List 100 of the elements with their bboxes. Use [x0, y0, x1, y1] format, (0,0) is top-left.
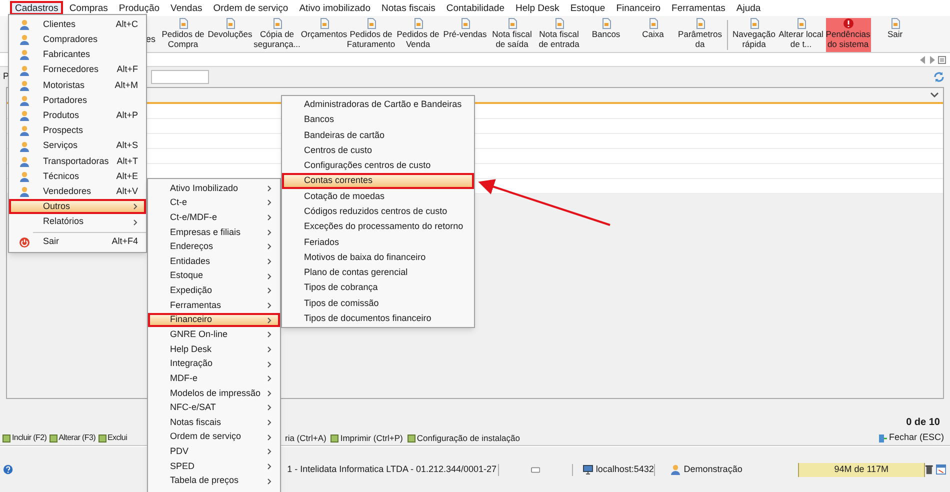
menu-item[interactable]: Fabricantes — [9, 47, 146, 63]
toolbar-button[interactable]: Orçamentos — [302, 18, 347, 52]
menu-item[interactable]: Notas fiscais — [148, 415, 280, 430]
person-icon — [18, 64, 30, 76]
menu-item[interactable]: Portadores — [9, 92, 146, 108]
menu-item[interactable]: Bancos — [282, 112, 474, 128]
toolbar-button[interactable]: Cópia de segurança... — [254, 18, 300, 52]
toolbar-button[interactable]: Nota fiscal de entrada — [536, 18, 582, 52]
menu-item[interactable]: Clientes Alt+C — [9, 17, 146, 32]
menu-item[interactable]: Compradores — [9, 32, 146, 48]
menu-item[interactable]: Bandeiras de cartão — [282, 128, 474, 143]
menu-item[interactable]: Exceções do processamento do retorno — [282, 219, 474, 235]
menu-item[interactable]: Entidades — [148, 254, 280, 269]
menu-item[interactable]: Estoque — [565, 1, 610, 15]
menu-item[interactable]: Cotação de moedas — [282, 188, 474, 204]
close-button[interactable]: Fechar (ESC) — [878, 431, 944, 445]
toolbar-button[interactable]: Pedidos de Faturamento — [348, 18, 394, 52]
menu-item[interactable]: Transportadoras Alt+T — [9, 154, 146, 169]
menu-item[interactable]: Contas correntes — [282, 173, 474, 189]
menu-item[interactable]: GNRE On-line — [148, 327, 280, 342]
action-button[interactable]: Alterar (F3) — [48, 432, 96, 444]
menu-item[interactable]: Vendas — [166, 1, 208, 15]
menu-item[interactable]: Plano de contas gerencial — [282, 265, 474, 281]
menu-item[interactable]: Motivos de baixa do financeiro — [282, 250, 474, 266]
menu-item[interactable]: Fornecedores Alt+F — [9, 62, 146, 78]
menu-item[interactable]: Endereços — [148, 240, 280, 254]
menu-item[interactable]: Expedição — [148, 283, 280, 298]
menu-item[interactable]: Relatórios — [9, 214, 146, 230]
toolbar-button[interactable]: Pedidos de Venda — [396, 18, 441, 52]
menu-item[interactable]: Ajuda — [731, 1, 766, 15]
menu-item[interactable]: Ativo imobilizado — [294, 1, 376, 15]
menu-item[interactable]: Serviços Alt+S — [9, 138, 146, 154]
action-button[interactable]: ria (Ctrl+A) — [285, 432, 326, 444]
document-icon — [2, 434, 11, 442]
menu-item[interactable]: Financeiro — [611, 1, 666, 15]
toolbar-button[interactable]: Bancos — [584, 18, 629, 52]
menu-item[interactable]: Sair Alt+F4 — [9, 234, 146, 250]
menu-item[interactable]: Compras — [64, 1, 113, 15]
trash-icon[interactable] — [924, 464, 933, 475]
menu-item[interactable]: Help Desk — [148, 342, 280, 357]
search-field[interactable] — [151, 70, 210, 84]
menu-item[interactable]: Ct-e/MDF-e — [148, 210, 280, 225]
menu-item[interactable]: Help Desk — [510, 1, 564, 15]
refresh-icon[interactable] — [933, 71, 945, 83]
menu-item[interactable]: Centros de custo — [282, 142, 474, 158]
toolbar-button[interactable]: Pendências do sistema — [826, 18, 871, 52]
menu-item[interactable]: Técnicos Alt+E — [9, 168, 146, 184]
action-button[interactable]: Imprimir (Ctrl+P) — [330, 432, 403, 444]
menu-item[interactable]: Tipos de documentos financeiro — [282, 311, 474, 326]
menu-item[interactable]: Outros — [9, 199, 146, 214]
toolbar-button[interactable]: Pré-vendas — [442, 18, 488, 52]
menu-item[interactable]: Motoristas Alt+M — [9, 78, 146, 93]
menu-item[interactable]: Produtos Alt+P — [9, 108, 146, 124]
menu-item[interactable]: Estoque — [148, 268, 280, 284]
menu-item[interactable]: Financeiro — [148, 312, 280, 328]
menu-item[interactable]: NFC-e/SAT — [148, 400, 280, 416]
toolbar-button[interactable]: Sair — [872, 18, 918, 52]
menu-item[interactable]: Ordem de serviço — [148, 430, 280, 445]
status-text: 1 - Intelidata Informatica LTDA - 01.212.344/0001-27 — [287, 462, 498, 476]
menu-item[interactable]: Integração — [148, 356, 280, 372]
toolbar-button[interactable]: Pedidos de Compra — [160, 18, 206, 52]
right-arrow-icon[interactable] — [929, 56, 935, 64]
toolbar-button[interactable]: Parâmetros da — [678, 18, 723, 52]
menu-item[interactable]: Vendedores Alt+V — [9, 184, 146, 200]
action-button[interactable]: Exclui — [98, 432, 128, 444]
menu-item[interactable]: Prospects — [9, 123, 146, 138]
menu-item[interactable]: Ct-e — [148, 196, 280, 210]
window-list-icon[interactable] — [938, 56, 946, 64]
action-button[interactable]: Incluir (F2) — [2, 432, 47, 444]
menu-item[interactable]: Tabela de preços — [148, 474, 280, 488]
menu-item[interactable]: Modelos de impressão — [148, 386, 280, 401]
menu-item[interactable]: Configurações centros de custo — [282, 158, 474, 174]
left-arrow-icon[interactable] — [920, 56, 926, 64]
menu-item[interactable]: Cadastros — [10, 1, 64, 15]
menu-item[interactable]: Produção — [114, 1, 165, 15]
menu-item[interactable]: Ferramentas — [148, 298, 280, 313]
toolbar-button[interactable]: Navegação rápida — [732, 18, 777, 52]
toolbar-button[interactable]: Caixa — [630, 18, 676, 52]
server-status: localhost:5432 — [582, 462, 654, 476]
menu-item[interactable]: Ferramentas — [666, 1, 730, 15]
menu-item[interactable]: PDV — [148, 444, 280, 460]
menu-item[interactable]: Administradoras de Cartão e Bandeiras — [282, 97, 474, 112]
menu-item[interactable]: Notas fiscais — [376, 1, 440, 15]
menu-item[interactable]: Tipos de comissão — [282, 296, 474, 312]
menu-item[interactable]: Tipos de cobrança — [282, 280, 474, 296]
menu-item[interactable]: Contabilidade — [441, 1, 510, 15]
menu-item[interactable]: SPED — [148, 459, 280, 474]
action-button[interactable]: Configuração de instalação — [406, 432, 520, 444]
menu-item[interactable]: Empresas e filiais — [148, 224, 280, 240]
menu-item[interactable]: MDF-e — [148, 371, 280, 386]
menu-item[interactable]: Ativo Imobilizado — [148, 181, 280, 196]
toolbar-button[interactable]: Devoluções — [208, 18, 253, 52]
calendar-icon[interactable] — [936, 464, 946, 475]
menu-item[interactable]: Ordem de serviço — [208, 1, 294, 15]
menu-item[interactable]: Feriados — [282, 234, 474, 250]
help-icon[interactable] — [3, 464, 14, 475]
menu-item[interactable]: Códigos reduzidos centros de custo — [282, 204, 474, 220]
chevron-down-icon[interactable] — [930, 92, 939, 98]
toolbar-button[interactable]: Alterar local de t... — [778, 18, 824, 52]
toolbar-button[interactable]: Nota fiscal de saída — [490, 18, 535, 52]
